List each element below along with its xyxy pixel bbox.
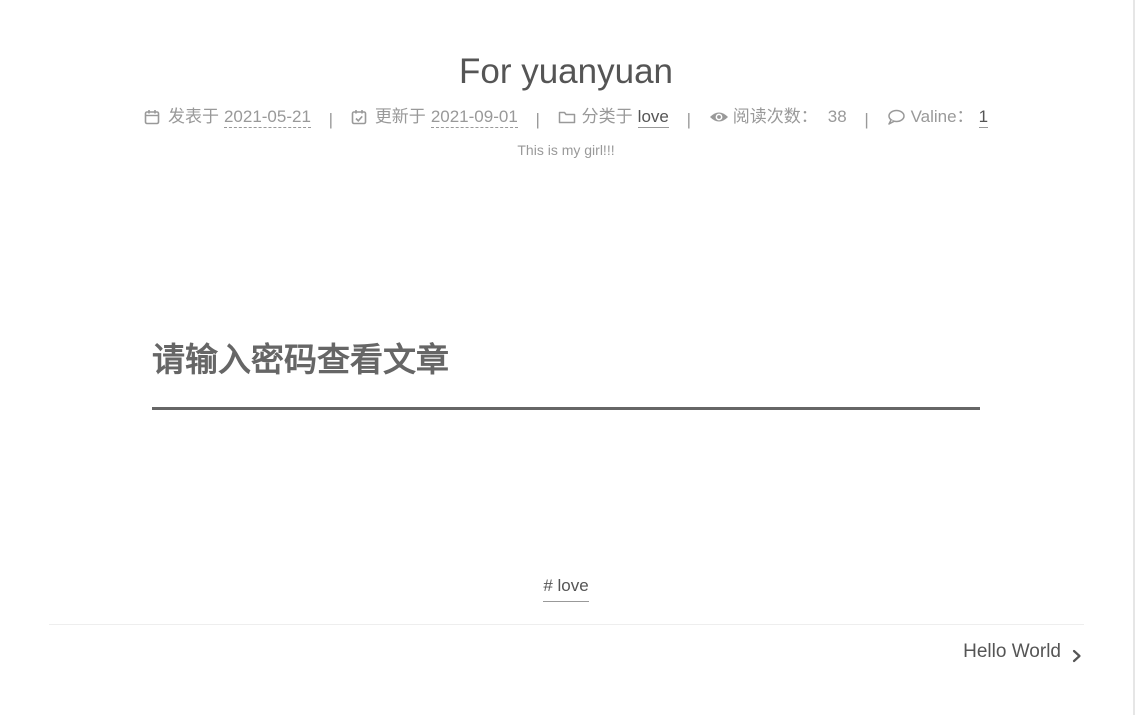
meta-category: 分类于 love (558, 104, 669, 130)
post-title: For yuanyuan (458, 52, 674, 91)
post-footer-divider (49, 624, 1084, 625)
meta-divider: | (535, 110, 540, 129)
meta-views-count: 38 (827, 107, 847, 126)
meta-comments-label: Valine： (910, 107, 974, 126)
meta-posted-date: 2021-05-21 (223, 106, 311, 128)
meta-updated: 更新于 2021-09-01 (351, 104, 518, 130)
calendar-check-icon (351, 109, 367, 125)
comments-count-link[interactable]: 1 (978, 107, 989, 128)
meta-comments: Valine： 1 (887, 104, 989, 130)
meta-posted: 发表于 2021-05-21 (144, 104, 311, 130)
next-post-label: Hello World (963, 641, 1061, 662)
post-description: This is my girl!!! (517, 142, 615, 158)
comment-icon (887, 109, 905, 125)
password-prompt-heading: 请输入密码查看文章 (152, 340, 449, 379)
meta-category-label: 分类于 (581, 107, 633, 126)
eye-icon (709, 109, 728, 125)
meta-updated-label: 更新于 (374, 107, 426, 126)
tag-link-love[interactable]: # love (543, 574, 589, 602)
meta-posted-label: 发表于 (167, 107, 219, 126)
folder-icon (558, 109, 575, 125)
post-meta: 发表于 2021-05-21 | 更新于 2021-09-01 | 分类于 lo… (0, 104, 1132, 133)
meta-divider: | (686, 110, 692, 129)
post-tags: # love (0, 574, 1132, 602)
password-heading-rule (152, 407, 980, 410)
next-post-link[interactable]: Hello World (963, 639, 1083, 665)
meta-divider: | (328, 110, 334, 129)
chevron-right-icon (1071, 645, 1083, 663)
meta-updated-date: 2021-09-01 (430, 106, 518, 128)
meta-divider: | (864, 110, 869, 129)
meta-views-label: 阅读次数： (732, 107, 818, 126)
post-page: For yuanyuan 发表于 2021-05-21 | 更新于 2021-0… (0, 0, 1135, 715)
meta-views: 阅读次数： 38 (709, 104, 847, 130)
calendar-icon (144, 109, 160, 125)
category-link[interactable]: love (637, 107, 669, 128)
